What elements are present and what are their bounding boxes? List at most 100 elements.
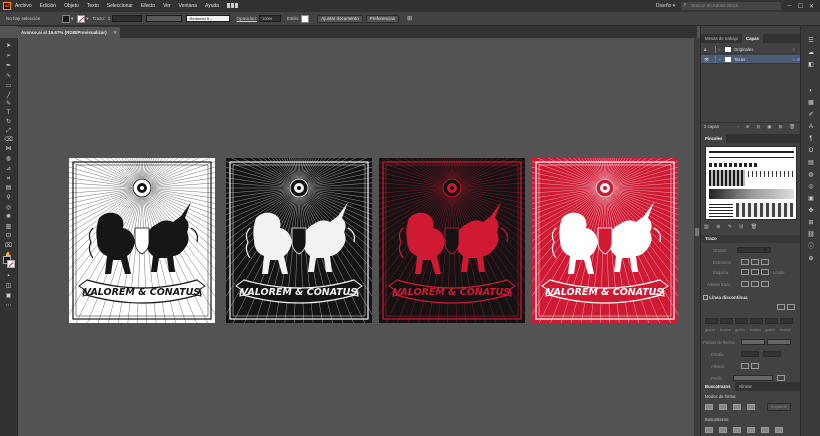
- crop-icon[interactable]: [747, 427, 755, 433]
- close-icon[interactable]: ✕: [809, 3, 814, 10]
- gradient-tool-icon[interactable]: ▤: [4, 184, 13, 192]
- type-tool-icon[interactable]: T: [4, 109, 13, 117]
- paragraph-icon[interactable]: ¶: [807, 136, 815, 143]
- gradient-icon[interactable]: ▤: [807, 160, 815, 167]
- expand-button[interactable]: Expandir: [767, 403, 791, 411]
- workspace-layout-icon[interactable]: [227, 2, 241, 9]
- layer-row-originales[interactable]: 🔒︎ › Originales ○: [701, 45, 801, 54]
- brushes-icon[interactable]: ✐: [807, 112, 815, 119]
- stroke-dropdown-icon[interactable]: ▾: [86, 16, 88, 22]
- cap-butt-icon[interactable]: [741, 259, 749, 265]
- close-tab-icon[interactable]: ✕: [113, 27, 117, 38]
- profile-select[interactable]: [733, 375, 773, 381]
- stroke-panel-header[interactable]: Trazo: [701, 235, 801, 243]
- menu-seleccionar[interactable]: Seleccionar: [107, 3, 133, 9]
- selection-tool-icon[interactable]: ➤: [4, 42, 13, 50]
- stock-search-input[interactable]: Buscar en Adobe Stock: [681, 1, 782, 10]
- brush-definition-field[interactable]: Redondo 5 ...: [186, 15, 231, 22]
- screen-mode-icon[interactable]: ▣: [4, 292, 13, 300]
- align-center-icon[interactable]: [741, 281, 749, 287]
- menu-texto[interactable]: Texto: [87, 3, 99, 9]
- flip-profile-icon[interactable]: [777, 375, 785, 381]
- visibility-eye-icon[interactable]: 👁︎: [704, 55, 709, 64]
- fill-swatch[interactable]: [62, 14, 70, 23]
- curvature-tool-icon[interactable]: ∿: [4, 72, 13, 80]
- info-icon[interactable]: ⓘ: [807, 244, 815, 251]
- minus-back-icon[interactable]: [775, 427, 783, 433]
- fill-dropdown-icon[interactable]: ▾: [71, 16, 73, 22]
- lock-icon[interactable]: 🔒︎: [704, 45, 706, 54]
- artboard-white-version[interactable]: VALOREM & CONATUS: [69, 158, 215, 323]
- menu-ver[interactable]: Ver: [163, 3, 171, 9]
- dash-field-2[interactable]: [735, 318, 748, 324]
- arrow-scale-start[interactable]: [741, 351, 759, 357]
- minimize-icon[interactable]: ─: [787, 3, 791, 9]
- navigator-icon[interactable]: ⊕: [807, 256, 815, 263]
- maximize-icon[interactable]: ☐: [798, 3, 803, 10]
- unite-icon[interactable]: [705, 404, 713, 410]
- menu-ayuda[interactable]: Ayuda: [205, 3, 219, 9]
- join-miter-icon[interactable]: [741, 269, 749, 275]
- brush-actions-icons[interactable]: ▥ ⊕ ✎ ⊟ 🗑︎: [704, 224, 760, 230]
- artboard-tool-icon[interactable]: ⊡: [4, 232, 13, 240]
- stroke-swatch[interactable]: [77, 14, 86, 23]
- menu-efecto[interactable]: Efecto: [141, 3, 155, 9]
- arrow-scale-end[interactable]: [763, 351, 781, 357]
- properties-icon[interactable]: ☰: [807, 38, 815, 45]
- color-icon[interactable]: ◐: [807, 88, 815, 95]
- layers-icon[interactable]: ◧: [807, 62, 815, 69]
- rotate-tool-icon[interactable]: ↻: [4, 118, 13, 126]
- column-graph-tool-icon[interactable]: ▥: [4, 223, 13, 231]
- gap-field-3[interactable]: [780, 318, 793, 324]
- gap-field-2[interactable]: [750, 318, 763, 324]
- direct-selection-tool-icon[interactable]: ➢: [4, 52, 13, 60]
- width-tool-icon[interactable]: ⋈: [4, 145, 13, 153]
- color-mode-icon[interactable]: ▪: [4, 272, 13, 280]
- merge-icon[interactable]: [733, 427, 741, 433]
- document-setup-button[interactable]: Ajustar documento: [317, 14, 363, 23]
- character-icon[interactable]: A: [807, 124, 815, 131]
- mesh-tool-icon[interactable]: ⌗: [4, 175, 13, 183]
- dash-align-icon[interactable]: [787, 304, 795, 310]
- scrollbar-thumb[interactable]: [695, 228, 699, 236]
- libraries-icon[interactable]: ☁: [807, 50, 815, 57]
- transparency-icon[interactable]: ◍: [807, 172, 815, 179]
- exclude-icon[interactable]: [747, 404, 755, 410]
- pen-tool-icon[interactable]: ✒: [4, 62, 13, 70]
- brushes-library[interactable]: [705, 146, 797, 220]
- tab-pathfinder[interactable]: Buscatrazos: [701, 382, 735, 391]
- tab-align[interactable]: Alinear: [735, 382, 756, 391]
- stroke-weight-dropdown[interactable]: [765, 247, 771, 253]
- line-tool-icon[interactable]: ╱: [4, 92, 13, 100]
- menu-archivo[interactable]: Archivo: [15, 3, 32, 9]
- tab-layers[interactable]: Capas: [741, 34, 763, 43]
- minus-front-icon[interactable]: [719, 404, 727, 410]
- artboard-black-version[interactable]: VALOREM & CONATUS: [226, 158, 372, 323]
- shape-builder-tool-icon[interactable]: ◍: [4, 155, 13, 163]
- fill-stroke-swatches[interactable]: [3, 256, 15, 268]
- more-tools-icon[interactable]: ⋯: [4, 302, 13, 310]
- target-icon[interactable]: ○: [792, 55, 795, 64]
- divide-icon[interactable]: [705, 427, 713, 433]
- layer-row-tazas[interactable]: 👁︎ › Tazas ○: [701, 55, 801, 64]
- artboard-red-version[interactable]: VALOREM & CONATUS: [532, 158, 678, 323]
- target-icon[interactable]: ○: [792, 45, 795, 54]
- expand-arrow-icon[interactable]: ›: [719, 55, 720, 64]
- menu-ventana[interactable]: Ventana: [179, 3, 197, 9]
- dash-field-3[interactable]: [765, 318, 778, 324]
- pencil-tool-icon[interactable]: ✎: [4, 100, 13, 108]
- appearance-icon[interactable]: ◎: [807, 184, 815, 191]
- cap-square-icon[interactable]: [761, 259, 769, 265]
- tab-brushes[interactable]: Pinceles: [701, 134, 727, 143]
- eyedropper-tool-icon[interactable]: ⚲: [4, 194, 13, 202]
- blend-tool-icon[interactable]: ◎: [4, 204, 13, 212]
- dashed-line-checkbox[interactable]: [703, 295, 708, 301]
- intersect-icon[interactable]: [733, 404, 741, 410]
- menu-objeto[interactable]: Objeto: [64, 3, 79, 9]
- workspace-switcher[interactable]: Diseño ▾: [656, 3, 675, 9]
- join-bevel-icon[interactable]: [761, 269, 769, 275]
- symbol-sprayer-tool-icon[interactable]: ✺: [4, 213, 13, 221]
- stroke-stepper[interactable]: ⇕: [107, 16, 110, 21]
- join-round-icon[interactable]: [751, 269, 759, 275]
- outline-icon[interactable]: [761, 427, 769, 433]
